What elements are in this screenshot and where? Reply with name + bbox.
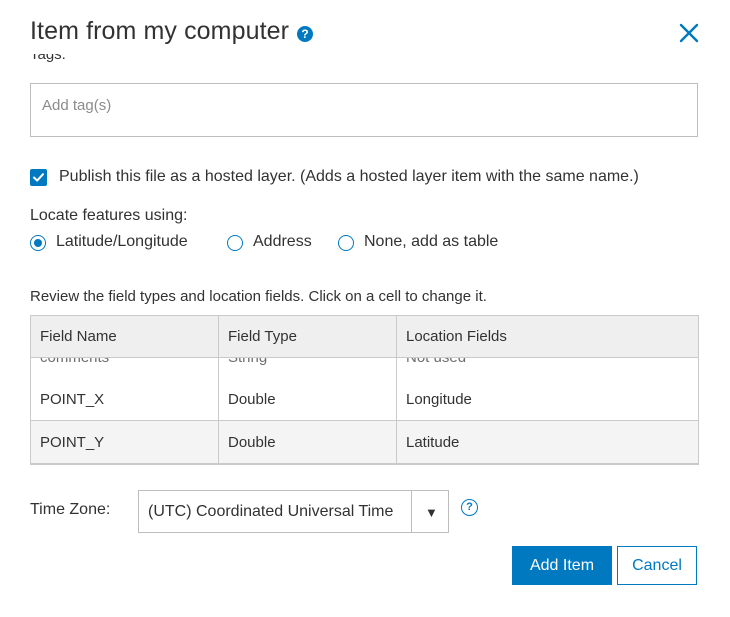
time-zone-select[interactable]: (UTC) Coordinated Universal Time ▼	[138, 490, 449, 533]
column-header-field-name-overlay: Field Name	[40, 328, 117, 345]
dialog-title: Item from my computer ?	[30, 17, 314, 46]
select-divider	[411, 491, 412, 532]
cancel-button[interactable]: Cancel	[617, 546, 697, 585]
publish-checkbox-label[interactable]: Publish this file as a hosted layer. (Ad…	[59, 168, 639, 186]
radio-latitude-longitude[interactable]	[30, 235, 46, 251]
close-button[interactable]	[678, 22, 700, 44]
table-row[interactable]: POINT_X Double Longitude	[31, 378, 698, 421]
column-header-field-type-overlay: Field Type	[228, 328, 297, 345]
dropdown-arrow-icon[interactable]: ▼	[425, 505, 438, 520]
publish-checkbox[interactable]	[30, 169, 47, 186]
tags-placeholder: Add tag(s)	[42, 97, 112, 114]
tags-label: Tags:	[30, 54, 66, 63]
time-zone-help-icon[interactable]: ?	[461, 499, 478, 516]
radio-label-none-table[interactable]: None, add as table	[364, 233, 498, 251]
table-row[interactable]: POINT_Y Double Latitude	[31, 421, 698, 464]
radio-address[interactable]	[227, 235, 243, 251]
field-table[interactable]: Field Name Field Type Location Fields co…	[30, 315, 699, 465]
cell-field-type[interactable]: Double	[219, 421, 276, 464]
locate-features-label: Locate features using:	[30, 207, 188, 224]
column-divider	[396, 316, 397, 464]
cell-field-name[interactable]: POINT_Y	[31, 421, 104, 464]
radio-label-latitude-longitude[interactable]: Latitude/Longitude	[56, 233, 188, 251]
help-icon[interactable]: ?	[297, 25, 314, 42]
time-zone-label: Time Zone:	[30, 501, 111, 518]
radio-label-address[interactable]: Address	[253, 233, 312, 251]
time-zone-value: (UTC) Coordinated Universal Time	[148, 503, 394, 520]
column-divider	[218, 316, 219, 464]
cell-location-field[interactable]: Latitude	[397, 421, 459, 464]
review-instructions: Review the field types and location fiel…	[30, 288, 487, 305]
checkmark-icon	[33, 173, 44, 182]
column-header-location-fields-overlay: Location Fields	[406, 328, 507, 345]
add-item-dialog: Item from my computer ? Tags: Add tag(s)…	[0, 0, 730, 617]
tags-input[interactable]	[30, 83, 698, 137]
add-item-button[interactable]: Add Item	[512, 546, 612, 585]
cell-field-type[interactable]: Double	[219, 378, 276, 421]
dialog-title-text: Item from my computer	[30, 17, 290, 45]
cell-field-name[interactable]: POINT_X	[31, 378, 104, 421]
radio-none-table[interactable]	[338, 235, 354, 251]
cell-location-field[interactable]: Longitude	[397, 378, 472, 421]
close-icon[interactable]	[678, 22, 700, 44]
